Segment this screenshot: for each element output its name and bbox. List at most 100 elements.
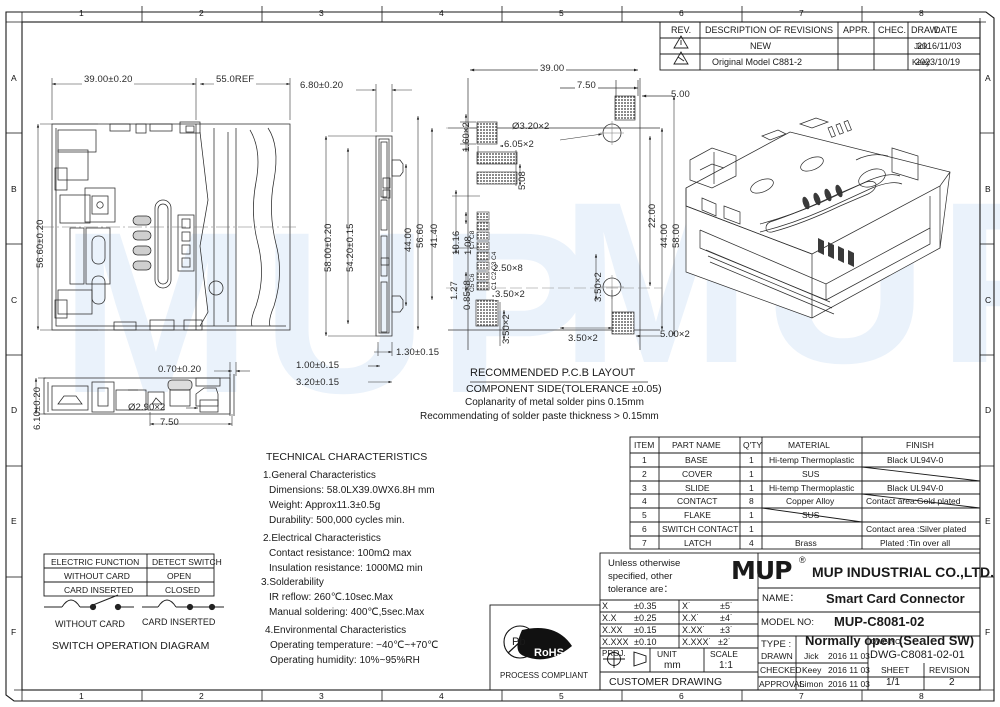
pad-label-c7: C7 [469,240,476,249]
zone-bottom-3: 3 [319,691,324,701]
zone-left-e: E [11,516,17,526]
customer-drawing-label: CUSTOMER DRAWING [609,676,723,688]
parts-row-2-item: 2 [642,469,647,479]
parts-header-qty: Q'TY [743,440,763,450]
pad-label-c8: C8 [469,230,476,239]
zone-right-f: F [985,627,991,637]
zone-bottom-7: 7 [799,691,804,701]
dim-pcb-500x2: 5.00×2 [660,329,690,340]
zone-bottom-1: 1 [79,691,84,701]
tolerance-note-line-2: specified, other [608,571,673,582]
zone-right-a: A [985,73,991,83]
drawn-date: 2016 11 03 [828,651,870,661]
parts-row-5-material: SUS [802,510,820,520]
rev-row-1-date: 2016/11/03 [917,41,962,51]
parts-header-item: ITEM [634,440,655,450]
dim-pcb-500: 5.00 [671,89,690,100]
rohs-pb-mark: Pb [512,636,526,648]
name-label: NAME： [762,593,799,604]
technical-heading-4: 4.Environmental Characteristics [265,625,407,636]
proj-label: PROJ. [602,649,626,658]
dim-pcb-5660: 56.60 [415,223,426,248]
tolerance-note-line-1: Unless otherwise [608,558,681,569]
dim-front-55ref: 55.0REF [214,74,257,85]
zone-top-7: 7 [799,8,804,18]
zone-left-d: D [11,405,18,415]
parts-row-5-qty: 1 [749,510,754,520]
rev-row-1-description: NEW [750,41,771,51]
dim-pcb-350x2-b: 3.50×2 [501,314,512,344]
parts-header-finish: FINISH [906,440,934,450]
sheet-value: 1/1 [886,677,900,688]
zone-top-2: 2 [199,8,204,18]
tolerance-row-1-val2: ±5˙ [720,601,733,611]
tolerance-row-4-val: ±0.10 [634,637,657,647]
parts-row-1-qty: 1 [749,455,754,465]
registered-mark-icon: ® [799,555,806,565]
pad-label-c5: C5 [469,283,476,292]
technical-heading-3: 3.Solderability [261,577,324,588]
parts-row-4-name: CONTACT [677,496,718,506]
parts-row-3-qty: 1 [749,483,754,493]
zone-bottom-6: 6 [679,691,684,701]
tolerance-row-1-key2: X˙ [682,601,691,611]
switch-label-card-inserted: CARD INSERTED [142,617,216,627]
zone-left-a: A [11,73,17,83]
tolerance-row-4-key: X.XXX [602,637,629,647]
switch-row-1-function: WITHOUT CARD [64,571,130,581]
dim-pcb-605x2: 6.05×2 [503,139,535,150]
parts-row-5-item: 5 [642,510,647,520]
rohs-caption: PROCESS COMPLIANT [500,671,589,680]
parts-row-4-finish: Contact area:Gold plated [866,496,961,506]
zone-top-5: 5 [559,8,564,18]
tolerance-row-2-val: ±0.25 [634,613,657,623]
approval-label: APPROVAL [759,679,805,689]
zone-top-3: 3 [319,8,324,18]
tolerance-row-2-key2: X.X˙ [682,613,700,623]
dim-bottom-750: 7.50 [160,417,179,428]
dim-front-39: 39.00±0.20 [82,74,135,85]
zone-bottom-8: 8 [919,691,924,701]
scale-value: 1:1 [719,660,733,671]
switch-label-without-card: WITHOUT CARD [55,619,125,629]
dim-pcb-350x2-d: 3.50×2 [568,333,598,344]
parts-row-4-material: Copper Alloy [786,496,835,506]
parts-row-7-item: 7 [642,538,647,548]
tolerance-row-3-key: X.XX [602,625,623,635]
switch-row-1-state: OPEN [167,571,192,581]
tolerance-row-1-val: ±0.35 [634,601,657,611]
zone-bottom-5: 5 [559,691,564,701]
zone-right-c: C [985,295,992,305]
technical-heading-1: 1.General Characteristics [263,470,376,481]
zone-left-c: C [11,295,18,305]
technical-line-2-1: Contact resistance: 100mΩ max [269,548,412,559]
parts-row-6-item: 6 [642,524,647,534]
technical-line-2-2: Insulation resistance: 1000MΩ min [269,563,423,574]
technical-line-3-1: IR reflow: 260℃.10sec.Max [269,592,394,603]
dim-pcb-160x2: 1.60×2 [461,122,472,152]
parts-row-4-qty: 8 [749,496,754,506]
parts-row-1-finish: Black UL94V-0 [887,455,944,465]
parts-row-7-qty: 4 [749,538,754,548]
parts-row-1-item: 1 [642,455,647,465]
rev-header-description: DESCRIPTION OF REVISIONS [705,25,834,35]
model-label: MODEL NO: [761,617,814,628]
dim-pcb-2200: 22.00 [647,203,658,228]
rev-header-chec: CHEC. [878,25,907,35]
unit-value: mm [664,660,681,671]
technical-title: TECHNICAL CHARACTERISTICS [266,451,428,463]
pcb-subtitle: COMPONENT SIDE(TOLERANCE ±0.05) [466,383,662,395]
zone-left-b: B [11,184,17,194]
dim-pcb-127: 1.27 [449,281,460,300]
switch-header-detect: DETECT SWITCH [152,557,222,567]
zone-top-6: 6 [679,8,684,18]
pcb-note-paste: Recommendating of solder paste thickness… [420,411,659,422]
approval-by: Simon [799,679,824,689]
dim-side-680: 6.80±0.20 [300,80,344,91]
drawn-by: Jick [804,651,819,661]
dim-pcb-4140: 41.40 [429,223,440,248]
zone-bottom-2: 2 [199,691,204,701]
parts-row-3-finish: Black UL94V-0 [887,483,944,493]
technical-heading-2: 2.Electrical Characteristics [263,533,381,544]
tolerance-row-2-val2: ±4˙ [720,613,733,623]
